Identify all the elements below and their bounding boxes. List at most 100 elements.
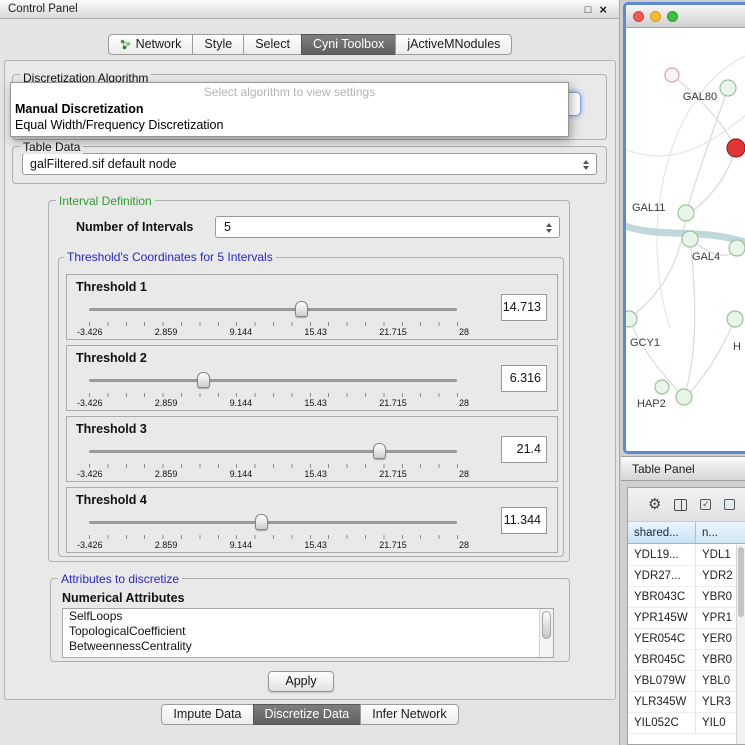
number-of-intervals-value: 5: [224, 220, 231, 234]
column-header-name[interactable]: n...: [696, 522, 745, 543]
tick-label: 28: [459, 469, 469, 479]
table-rows: YDL19...YDL1YDR27...YDR2YBR043CYBR0YPR14…: [628, 545, 736, 744]
table-row[interactable]: YBR043CYBR0: [628, 587, 736, 608]
threshold-label: Threshold 4: [76, 493, 147, 507]
tab-style[interactable]: Style: [192, 34, 244, 55]
tick-label: 21.715: [379, 327, 407, 337]
select-all-icon[interactable]: ✓: [700, 499, 711, 510]
table-row[interactable]: YDR27...YDR2: [628, 566, 736, 587]
table-row[interactable]: YLR345WYLR3: [628, 692, 736, 713]
attribute-item[interactable]: TopologicalCoefficient: [63, 624, 553, 639]
tab-select[interactable]: Select: [243, 34, 302, 55]
slider-thumb[interactable]: [197, 372, 210, 388]
tick-label: 2.859: [155, 469, 178, 479]
attribute-item[interactable]: BetweennessCentrality: [63, 639, 553, 654]
network-node[interactable]: [665, 68, 679, 82]
table-row[interactable]: YBL079WYBL0: [628, 671, 736, 692]
control-panel-titlebar[interactable]: Control Panel □ ×: [0, 0, 619, 19]
minimize-traffic-light-icon[interactable]: [650, 11, 661, 22]
network-canvas[interactable]: GAL80GAL11GAL4GCY1HAP2H: [626, 28, 745, 451]
threshold-value-field[interactable]: 21.4: [501, 436, 547, 463]
network-node[interactable]: [720, 80, 736, 96]
table-scrollbar[interactable]: [736, 545, 745, 744]
table-cell: YDL19...: [628, 545, 696, 565]
tab-jactivemnodules[interactable]: jActiveMNodules: [395, 34, 512, 55]
tab-label: jActiveMNodules: [407, 35, 500, 54]
table-cell: YLR3: [696, 692, 736, 712]
node-label: GCY1: [630, 337, 660, 349]
threshold-value-field[interactable]: 6.316: [501, 365, 547, 392]
close-icon[interactable]: ×: [599, 2, 607, 17]
network-node[interactable]: [727, 139, 745, 157]
float-window-icon[interactable]: □: [585, 4, 592, 16]
attribute-item[interactable]: SelfLoops: [63, 609, 553, 624]
tab-cyni-toolbox[interactable]: Cyni Toolbox: [301, 34, 396, 55]
slider-track[interactable]: [89, 450, 457, 453]
table-row[interactable]: YER054CYER0: [628, 629, 736, 650]
threshold-panel: Threshold 4 -3.4262.8599.14415.4321.7152…: [66, 487, 558, 553]
slider-thumb[interactable]: [373, 443, 386, 459]
tab-network[interactable]: Network: [108, 34, 194, 55]
table-header-row: shared... n...: [628, 522, 745, 544]
network-node[interactable]: [655, 380, 669, 394]
tab-infer-network[interactable]: Infer Network: [360, 704, 458, 725]
numerical-attributes-list[interactable]: SelfLoopsTopologicalCoefficientBetweenne…: [62, 608, 554, 658]
network-node[interactable]: [626, 311, 637, 327]
list-scrollbar[interactable]: [539, 609, 553, 657]
thresholds-group: Threshold 1 -3.4262.8599.14415.4321.7152…: [58, 257, 564, 557]
columns-icon[interactable]: [674, 499, 687, 511]
main-tab-bar: Network Style SelectCyni Toolbox jActiveMNo…: [0, 34, 620, 55]
table-row[interactable]: YPR145WYPR1: [628, 608, 736, 629]
network-window-titlebar[interactable]: [626, 5, 745, 28]
threshold-label: Threshold 2: [76, 351, 147, 365]
slider-thumb[interactable]: [295, 301, 308, 317]
table-row[interactable]: YDL19...YDL1: [628, 545, 736, 566]
network-node[interactable]: [682, 231, 698, 247]
slider-track[interactable]: [89, 379, 457, 382]
threshold-slider[interactable]: [89, 514, 457, 532]
tab-impute-data[interactable]: Impute Data: [161, 704, 253, 725]
network-svg: GAL80GAL11GAL4GCY1HAP2H: [626, 28, 745, 451]
network-node[interactable]: [727, 311, 743, 327]
zoom-traffic-light-icon[interactable]: [667, 11, 678, 22]
network-node[interactable]: [678, 205, 694, 221]
clear-selection-icon[interactable]: [724, 499, 735, 510]
tick-label: 21.715: [379, 469, 407, 479]
table-row[interactable]: YIL052CYIL0: [628, 713, 736, 734]
slider-track[interactable]: [89, 308, 457, 311]
network-node[interactable]: [729, 240, 745, 256]
threshold-value-field[interactable]: 14.713: [501, 294, 547, 321]
table-row[interactable]: YBR045CYBR0: [628, 650, 736, 671]
gear-icon[interactable]: ⚙: [648, 497, 661, 512]
table-cell: YBL0: [696, 671, 736, 691]
table-data-select[interactable]: galFiltered.sif default node: [22, 153, 597, 175]
dropdown-option-manual-discretization[interactable]: Manual Discretization: [11, 101, 568, 117]
slider-tickmarks: [89, 535, 458, 539]
threshold-value-field[interactable]: 11.344: [501, 507, 547, 534]
column-header-shared-name[interactable]: shared...: [628, 522, 696, 543]
tick-label: 15.43: [304, 398, 327, 408]
slider-tickmarks: [89, 464, 458, 468]
tab-label: Style: [204, 35, 232, 54]
dropdown-option-equal-width-frequency-discretization[interactable]: Equal Width/Frequency Discretization: [11, 117, 568, 133]
threshold-slider[interactable]: [89, 443, 457, 461]
network-node[interactable]: [676, 389, 692, 405]
close-traffic-light-icon[interactable]: [633, 11, 644, 22]
slider-track[interactable]: [89, 521, 457, 524]
tick-label: 21.715: [379, 398, 407, 408]
table-panel-header[interactable]: Table Panel: [621, 456, 745, 481]
slider-thumb[interactable]: [255, 514, 268, 530]
table-cell: YIL052C: [628, 713, 696, 733]
slider-tickmarks: [89, 393, 458, 397]
threshold-slider[interactable]: [89, 301, 457, 319]
apply-button[interactable]: Apply: [268, 671, 334, 692]
slider-tick-labels: -3.4262.8599.14415.4321.71528: [77, 327, 469, 337]
threshold-slider[interactable]: [89, 372, 457, 390]
scrollbar-thumb[interactable]: [738, 547, 744, 617]
slider-tick-labels: -3.4262.8599.14415.4321.71528: [77, 469, 469, 479]
tab-discretize-data[interactable]: Discretize Data: [253, 704, 362, 725]
thresholds-group-label: Threshold's Coordinates for 5 Intervals: [64, 250, 276, 264]
number-of-intervals-select[interactable]: 5: [215, 216, 560, 238]
attributes-group-label: Attributes to discretize: [58, 572, 182, 586]
scrollbar-thumb[interactable]: [542, 611, 551, 639]
